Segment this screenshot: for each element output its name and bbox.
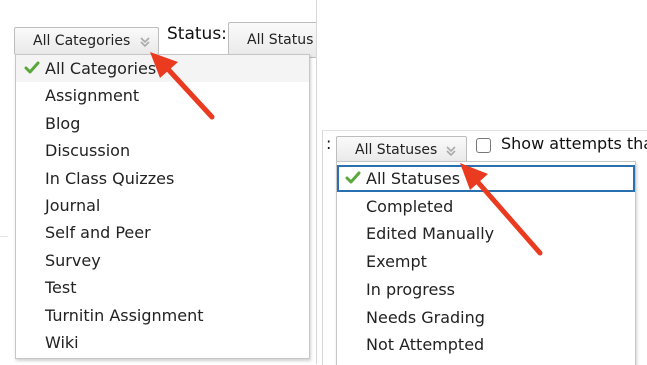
category-option-test[interactable]: Test xyxy=(16,274,309,301)
category-option-label: Self and Peer xyxy=(45,223,151,243)
status-option-exempt[interactable]: Exempt xyxy=(337,248,635,275)
status-select-partial-value: All Status xyxy=(247,32,314,48)
category-option-label: Discussion xyxy=(45,141,131,161)
category-option-journal[interactable]: Journal xyxy=(16,192,309,219)
category-option-label: Turnitin Assignment xyxy=(45,305,204,325)
category-option-assignment[interactable]: Assignment xyxy=(16,82,309,109)
status-select-partial[interactable]: All Status xyxy=(228,22,316,58)
category-option-in-class-quizzes[interactable]: In Class Quizzes xyxy=(16,165,309,192)
status-option-needs-grading[interactable]: Needs Grading xyxy=(337,304,635,331)
status-select[interactable]: All Statuses xyxy=(336,136,467,164)
category-option-wiki[interactable]: Wiki xyxy=(16,329,309,356)
status-label: Status: xyxy=(167,24,227,44)
status-dropdown-menu: All Statuses Completed Edited Manually Exem… xyxy=(336,161,636,365)
status-option-completed[interactable]: Completed xyxy=(337,193,635,220)
show-attempts-label: Show attempts tha xyxy=(501,134,647,153)
show-attempts-checkbox[interactable] xyxy=(476,138,491,153)
status-option-label: In progress xyxy=(366,279,456,299)
category-option-turnitin-assignment[interactable]: Turnitin Assignment xyxy=(16,302,309,329)
category-option-blog[interactable]: Blog xyxy=(16,110,309,137)
category-select[interactable]: All Categories xyxy=(14,27,159,55)
colon-fragment: : xyxy=(326,134,332,153)
chevron-down-icon xyxy=(140,37,150,48)
category-select-value: All Categories xyxy=(33,33,131,49)
status-option-label: All Statuses xyxy=(366,169,461,188)
category-option-survey[interactable]: Survey xyxy=(16,247,309,274)
checkmark-icon xyxy=(345,171,361,184)
category-filter-panel: All Categories Status: All Status All Ca… xyxy=(0,0,317,364)
status-option-edited-manually[interactable]: Edited Manually xyxy=(337,220,635,247)
category-option-self-and-peer[interactable]: Self and Peer xyxy=(16,219,309,246)
category-option-label: Survey xyxy=(45,250,101,270)
status-select-value: All Statuses xyxy=(355,142,438,158)
status-option-label: Exempt xyxy=(366,252,427,272)
status-option-label: Needs Grading xyxy=(366,307,485,327)
chevron-down-icon xyxy=(446,146,456,157)
status-option-in-progress[interactable]: In progress xyxy=(337,276,635,303)
status-option-all-statuses[interactable]: All Statuses xyxy=(337,165,635,192)
status-filter-panel: : All Statuses Show attempts tha All Sta… xyxy=(322,130,647,365)
category-option-label: In Class Quizzes xyxy=(45,168,175,188)
category-dropdown-menu: All Categories Assignment Blog Discussion In… xyxy=(15,54,310,359)
status-option-not-attempted[interactable]: Not Attempted xyxy=(337,331,635,358)
status-option-label: Completed xyxy=(366,196,454,216)
status-option-label: Not Attempted xyxy=(366,335,485,355)
checkmark-icon xyxy=(24,61,40,74)
category-option-label: Assignment xyxy=(45,86,140,106)
category-option-label: Blog xyxy=(45,113,81,133)
category-option-all-categories[interactable]: All Categories xyxy=(16,55,309,82)
background-divider xyxy=(0,236,8,237)
category-option-discussion[interactable]: Discussion xyxy=(16,137,309,164)
category-option-label: Wiki xyxy=(45,333,79,352)
category-option-label: Test xyxy=(45,278,77,298)
category-option-label: All Categories xyxy=(45,59,157,78)
category-option-label: Journal xyxy=(45,196,101,215)
status-option-label: Edited Manually xyxy=(366,224,495,244)
